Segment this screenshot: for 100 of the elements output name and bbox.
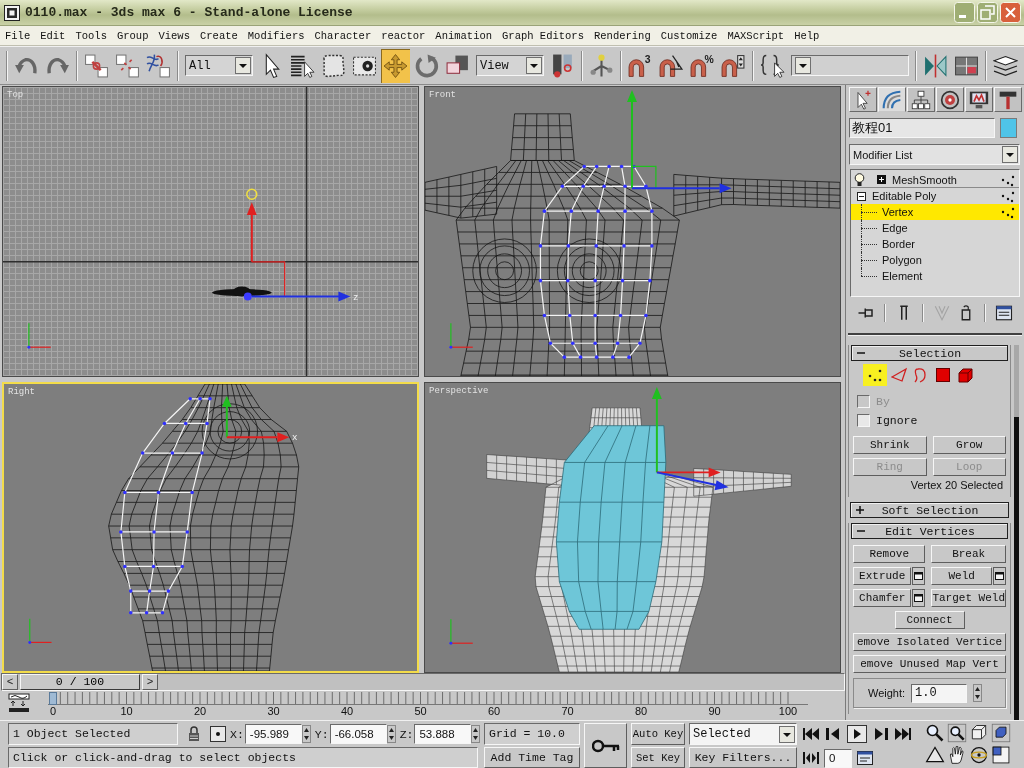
skip-to-start-icon[interactable] <box>801 726 821 742</box>
lock-icon[interactable] <box>188 726 200 742</box>
menu-item[interactable]: reactor <box>376 28 431 43</box>
rollout-button[interactable]: Grow <box>932 436 1006 454</box>
bar-arrows-icon[interactable] <box>801 750 821 766</box>
dropdown[interactable]: All <box>185 55 253 76</box>
collapse-box-icon[interactable] <box>857 191 866 201</box>
menu-item[interactable]: Views <box>153 28 195 43</box>
sub-object-item[interactable]: Polygon <box>851 252 1019 268</box>
modify-tab[interactable] <box>878 87 906 112</box>
display-tab[interactable] <box>965 87 993 112</box>
rollout-button[interactable]: Extrude <box>853 567 912 585</box>
timeline-ruler[interactable] <box>48 691 808 705</box>
play-icon[interactable] <box>847 725 867 743</box>
sub-object-item[interactable]: Vertex <box>851 204 1019 220</box>
time-slider-track[interactable]: < 0 / 100 > <box>1 673 845 691</box>
menu-item[interactable]: Customize <box>655 28 723 43</box>
sub-object-item[interactable]: Border <box>851 236 1019 252</box>
current-frame-field[interactable]: 0 <box>824 748 852 768</box>
spinner-arrows-icon[interactable] <box>301 725 311 743</box>
key-mode-dropdown[interactable]: Selected <box>689 723 797 745</box>
hand-icon[interactable] <box>947 745 967 765</box>
set-key-button[interactable]: Set Key <box>631 747 685 768</box>
rollout-button[interactable]: Remove <box>853 545 926 563</box>
modifier-stack-item[interactable]: MeshSmooth <box>851 172 1019 188</box>
expand-box-icon[interactable] <box>877 175 886 184</box>
menu-item[interactable]: Animation <box>430 28 498 43</box>
menu-item[interactable]: Rendering <box>589 28 656 43</box>
close-button[interactable] <box>1000 2 1021 23</box>
sub-object-item[interactable]: Edge <box>851 220 1019 236</box>
menu-item[interactable]: Help <box>789 28 825 43</box>
coordinate-field[interactable]: -66.058 <box>329 724 387 744</box>
menu-item[interactable]: Create <box>195 28 243 43</box>
magnifier-icon[interactable] <box>925 723 945 743</box>
add-time-tag-button[interactable]: Add Time Tag <box>484 747 580 768</box>
motion-tab[interactable] <box>936 87 964 112</box>
menu-item[interactable]: File <box>0 28 36 43</box>
settings-window-icon[interactable] <box>912 567 926 585</box>
menu-item[interactable]: Graph Editors <box>497 28 589 43</box>
coordinate-field[interactable]: -95.989 <box>244 724 302 744</box>
settings-window-icon[interactable] <box>912 589 926 607</box>
chain-link-icon[interactable] <box>84 51 109 80</box>
time-slider-thumb[interactable]: 0 / 100 <box>20 674 140 690</box>
weight-field[interactable]: 1.0 <box>911 683 968 703</box>
current-frame-marker[interactable] <box>49 692 57 705</box>
lightbulb-icon[interactable] <box>854 172 865 187</box>
hierarchy-tab[interactable] <box>907 87 935 112</box>
menu-item[interactable]: Edit <box>35 28 71 43</box>
rollout-button[interactable]: Chamfer <box>853 589 912 607</box>
key-filters-button[interactable]: Key Filters... <box>689 747 797 768</box>
menu-item[interactable]: Tools <box>70 28 112 43</box>
previous-frame-button[interactable]: < <box>2 674 18 690</box>
menu-item[interactable]: Group <box>111 28 154 43</box>
settings-window-icon[interactable] <box>993 567 1006 585</box>
rollout-button[interactable]: Break <box>931 545 1006 563</box>
menu-item[interactable]: MAXScript <box>722 28 790 43</box>
checkbox[interactable] <box>857 414 870 427</box>
menu-item[interactable]: Character <box>309 28 377 43</box>
spinner-arrows-icon[interactable] <box>471 725 481 743</box>
rollout-header[interactable]: Edit Vertices <box>851 523 1008 539</box>
rollout-header[interactable]: Soft Selection <box>850 502 1009 518</box>
dropdown[interactable] <box>791 55 909 76</box>
square-icon[interactable] <box>935 367 951 383</box>
spinner-arrows-icon[interactable] <box>386 725 396 743</box>
cube-grid-icon[interactable] <box>991 723 1011 743</box>
loop-outline-icon[interactable] <box>913 367 929 383</box>
cube-icon[interactable] <box>957 367 973 383</box>
object-color-swatch[interactable] <box>1000 118 1017 138</box>
key-button[interactable] <box>584 723 627 768</box>
window-icon[interactable] <box>855 750 875 766</box>
sub-object-item[interactable]: Element <box>851 268 1019 284</box>
rollout-button[interactable]: emove Isolated Vertice <box>853 633 1006 651</box>
broken-link-icon[interactable] <box>115 51 140 80</box>
curve-arrows-icon[interactable] <box>8 693 30 713</box>
scroll-bar[interactable] <box>1014 345 1019 720</box>
dropdown[interactable]: View <box>476 55 544 76</box>
rollout-header[interactable]: Selection <box>851 345 1008 361</box>
rollout-button[interactable]: Shrink <box>853 436 927 454</box>
menu-item[interactable]: Modifiers <box>242 28 310 43</box>
create-tab[interactable] <box>849 87 877 112</box>
list-window-icon[interactable] <box>995 304 1013 322</box>
utilities-tab[interactable] <box>994 87 1022 112</box>
triangle-icon[interactable] <box>925 745 945 765</box>
dot-square-icon[interactable] <box>210 726 226 742</box>
skip-to-end-icon[interactable] <box>893 726 913 742</box>
object-name-field[interactable]: 教程01 <box>849 118 995 138</box>
rollout-button[interactable]: Weld <box>931 567 992 585</box>
modifier-list-dropdown[interactable]: Modifier List <box>849 144 1020 165</box>
viewport[interactable]: x Right <box>2 382 419 673</box>
vertex-dots-icon[interactable] <box>863 364 887 386</box>
rollout-button[interactable]: Connect <box>894 611 965 629</box>
rollout-button[interactable]: emove Unused Map Vert <box>853 655 1006 673</box>
rollout-button[interactable]: Target Weld <box>931 589 1006 607</box>
spinner-arrows-icon[interactable] <box>973 684 983 702</box>
modifier-stack-item[interactable]: Editable Poly <box>851 188 1019 204</box>
auto-key-button[interactable]: Auto Key <box>631 723 685 745</box>
triangle-outline-icon[interactable] <box>891 367 907 383</box>
next-frame-button[interactable]: > <box>142 674 158 690</box>
magnifier-grid-icon[interactable] <box>947 723 967 743</box>
coordinate-field[interactable]: 53.888 <box>414 724 472 744</box>
